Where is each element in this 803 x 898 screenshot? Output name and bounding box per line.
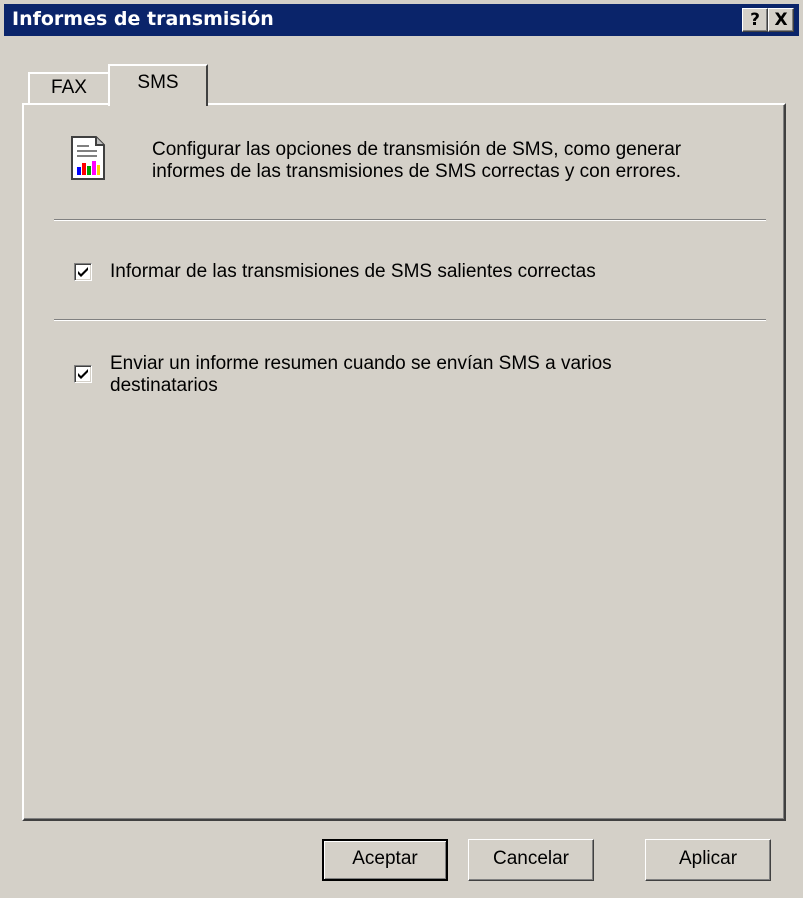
checkmark-icon: [78, 369, 88, 379]
tab-panel-sms: Configurar las opciones de transmisión d…: [22, 103, 786, 821]
report-document-icon: [68, 133, 108, 183]
title-bar[interactable]: Informes de transmisión ? X: [4, 4, 799, 36]
report-successful-checkbox[interactable]: [74, 263, 92, 281]
help-button[interactable]: ?: [742, 8, 768, 32]
tab-sms[interactable]: SMS: [108, 64, 208, 106]
tab-fax[interactable]: FAX: [28, 72, 110, 104]
window-title: Informes de transmisión: [12, 8, 274, 30]
close-button[interactable]: X: [768, 8, 794, 32]
apply-button[interactable]: Aplicar: [645, 839, 771, 881]
cancel-button[interactable]: Cancelar: [468, 839, 594, 881]
dialog-window: Informes de transmisión ? X FAX SMS Conf…: [0, 0, 803, 898]
summary-report-checkbox[interactable]: [74, 365, 92, 383]
separator: [54, 319, 766, 321]
checkmark-icon: [78, 267, 88, 277]
separator: [54, 219, 766, 221]
panel-description: Configurar las opciones de transmisión d…: [152, 139, 682, 182]
report-successful-label: Informar de las transmisiones de SMS sal…: [110, 261, 596, 282]
ok-button[interactable]: Aceptar: [322, 839, 448, 881]
summary-report-label: Enviar un informe resumen cuando se enví…: [110, 353, 612, 396]
